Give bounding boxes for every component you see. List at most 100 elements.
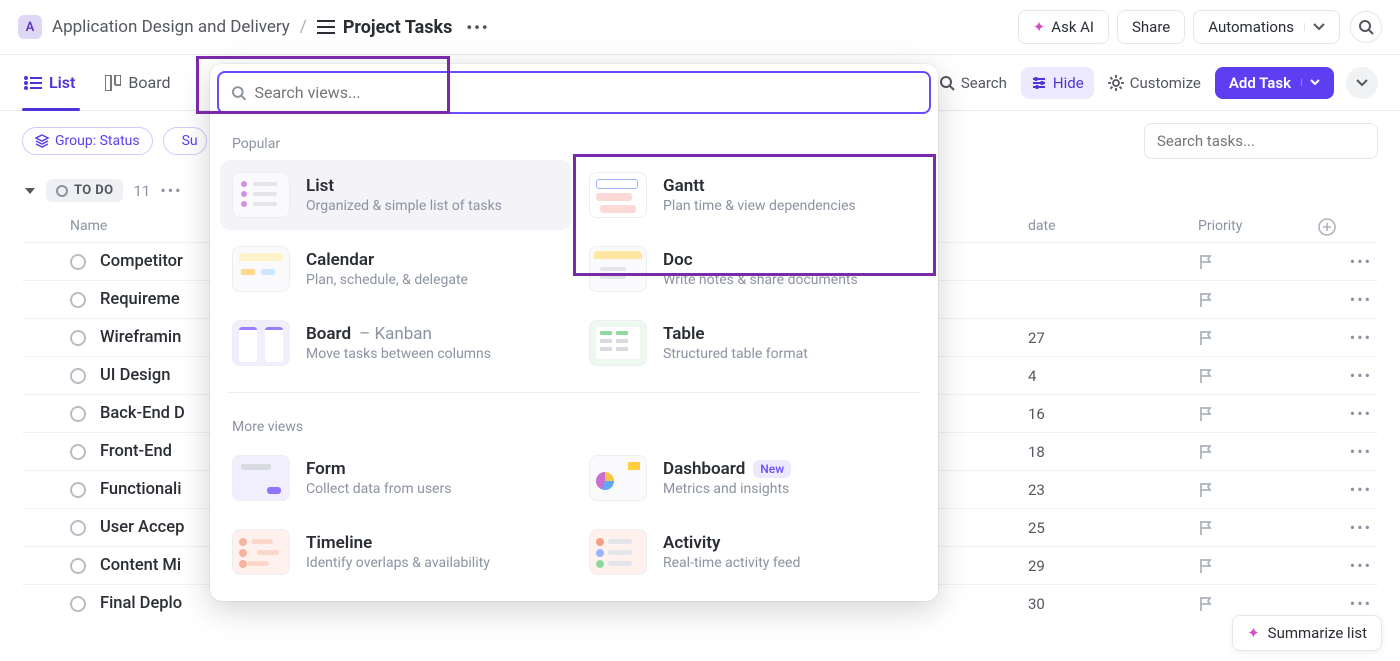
view-title: Timeline [306, 533, 372, 553]
priority-flag-icon[interactable] [1198, 444, 1318, 460]
view-title: Activity [663, 533, 720, 553]
priority-flag-icon[interactable] [1198, 406, 1318, 422]
row-more-icon[interactable]: ••• [1318, 252, 1378, 271]
summarize-label: Summarize list [1268, 624, 1367, 642]
task-date[interactable]: 25 [1028, 519, 1198, 537]
task-status-circle[interactable] [70, 368, 86, 384]
view-thumb-icon [589, 320, 647, 366]
task-status-circle[interactable] [70, 558, 86, 574]
breadcrumb-folder[interactable]: Application Design and Delivery [52, 17, 290, 37]
priority-flag-icon[interactable] [1198, 254, 1318, 270]
view-option-board[interactable]: Board – Kanban Move tasks between column… [220, 308, 571, 378]
task-date[interactable]: 18 [1028, 443, 1198, 461]
search-views-input[interactable] [254, 83, 917, 102]
customize-button[interactable]: Customize [1098, 67, 1211, 99]
row-more-icon[interactable]: ••• [1318, 366, 1378, 385]
task-status-circle[interactable] [70, 254, 86, 270]
tab-list[interactable]: List [22, 59, 77, 106]
view-option-timeline[interactable]: Timeline Identify overlaps & availabilit… [220, 517, 571, 587]
priority-flag-icon[interactable] [1198, 596, 1318, 612]
task-status-circle[interactable] [70, 292, 86, 308]
row-more-icon[interactable]: ••• [1318, 328, 1378, 347]
global-search-button[interactable] [1350, 11, 1382, 43]
view-option-calendar[interactable]: Calendar Plan, schedule, & delegate [220, 234, 571, 304]
customize-label: Customize [1130, 74, 1201, 92]
view-option-list[interactable]: List Organized & simple list of tasks [220, 160, 571, 230]
row-more-icon[interactable]: ••• [1318, 442, 1378, 461]
status-pill[interactable]: TO DO [46, 179, 123, 202]
tab-board-label: Board [128, 73, 170, 92]
view-option-gantt[interactable]: Gantt Plan time & view dependencies [577, 160, 928, 230]
task-name: Requireme [100, 290, 180, 309]
breadcrumb-more-icon[interactable]: ••• [466, 18, 489, 37]
list-lines-icon [317, 20, 335, 34]
tab-board[interactable]: Board [103, 59, 172, 106]
group-status-chip[interactable]: Group: Status [22, 127, 153, 155]
task-status-circle[interactable] [70, 520, 86, 536]
row-more-icon[interactable]: ••• [1318, 290, 1378, 309]
priority-flag-icon[interactable] [1198, 292, 1318, 308]
view-option-dashboard[interactable]: Dashboard New Metrics and insights [577, 443, 928, 513]
row-more-icon[interactable]: ••• [1318, 556, 1378, 575]
subtasks-chip[interactable]: Su [163, 127, 207, 155]
task-date[interactable]: 23 [1028, 481, 1198, 499]
more-chevron-button[interactable] [1346, 67, 1378, 99]
task-date[interactable]: 29 [1028, 557, 1198, 575]
share-button[interactable]: Share [1117, 10, 1185, 44]
view-title: Form [306, 459, 346, 479]
priority-flag-icon[interactable] [1198, 368, 1318, 384]
ask-ai-label: Ask AI [1051, 18, 1094, 36]
popup-divider [228, 392, 920, 393]
col-priority[interactable]: Priority [1198, 218, 1318, 236]
sparkle-icon: ✦ [1033, 18, 1046, 36]
chevron-down-icon[interactable] [1304, 23, 1325, 31]
view-option-activity[interactable]: Activity Real-time activity feed [577, 517, 928, 587]
task-date[interactable]: 30 [1028, 595, 1198, 613]
priority-flag-icon[interactable] [1198, 558, 1318, 574]
view-option-form[interactable]: Form Collect data from users [220, 443, 571, 513]
priority-flag-icon[interactable] [1198, 482, 1318, 498]
task-name: Competitor [100, 252, 183, 271]
search-tasks-input[interactable] [1144, 123, 1378, 159]
search-views-input-wrap[interactable] [217, 71, 931, 114]
task-status-circle[interactable] [70, 406, 86, 422]
caret-down-icon[interactable] [24, 186, 36, 196]
task-date[interactable]: 16 [1028, 405, 1198, 423]
search-views-button[interactable]: Search [929, 67, 1017, 99]
priority-flag-icon[interactable] [1198, 520, 1318, 536]
task-status-circle[interactable] [70, 596, 86, 612]
add-task-button[interactable]: Add Task [1215, 67, 1334, 99]
sparkle-icon: ✦ [1247, 624, 1260, 642]
status-more-icon[interactable]: ••• [160, 181, 182, 200]
priority-flag-icon[interactable] [1198, 330, 1318, 346]
task-date[interactable]: 27 [1028, 329, 1198, 347]
task-status-circle[interactable] [70, 330, 86, 346]
automations-button[interactable]: Automations [1193, 10, 1340, 44]
view-title: Calendar [306, 250, 374, 270]
view-subtitle: Write notes & share documents [663, 272, 858, 288]
ask-ai-button[interactable]: ✦ Ask AI [1018, 10, 1109, 44]
view-subtitle: Collect data from users [306, 481, 451, 497]
row-more-icon[interactable]: ••• [1318, 594, 1378, 613]
chevron-down-icon[interactable] [1301, 79, 1320, 86]
layers-icon [35, 134, 49, 148]
task-status-circle[interactable] [70, 444, 86, 460]
task-date[interactable]: 4 [1028, 367, 1198, 385]
view-title: Gantt [663, 176, 705, 196]
view-option-table[interactable]: Table Structured table format [577, 308, 928, 378]
task-name: Final Deplo [100, 594, 182, 613]
summarize-list-button[interactable]: ✦ Summarize list [1232, 615, 1382, 651]
breadcrumb-title[interactable]: Project Tasks [343, 17, 453, 38]
hide-button[interactable]: Hide [1021, 67, 1094, 99]
row-more-icon[interactable]: ••• [1318, 480, 1378, 499]
task-status-circle[interactable] [70, 482, 86, 498]
col-date[interactable]: date [1028, 218, 1198, 236]
chevron-down-icon [1356, 79, 1368, 87]
row-more-icon[interactable]: ••• [1318, 518, 1378, 537]
workspace-badge[interactable]: A [18, 15, 42, 39]
view-title: Board [306, 324, 351, 344]
view-option-doc[interactable]: Doc Write notes & share documents [577, 234, 928, 304]
row-more-icon[interactable]: ••• [1318, 404, 1378, 423]
add-column-button[interactable] [1318, 218, 1378, 236]
task-name: Front-End [100, 442, 172, 461]
